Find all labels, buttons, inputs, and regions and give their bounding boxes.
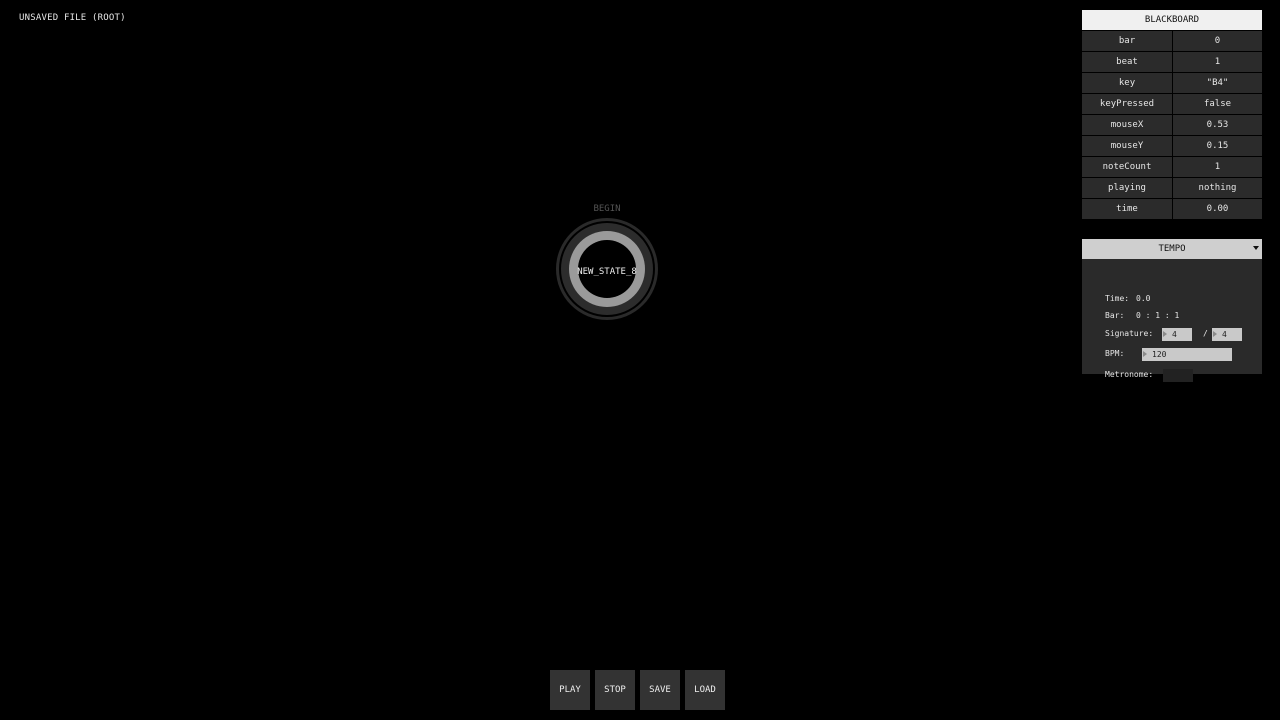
blackboard-title: BLACKBOARD [1082,10,1262,30]
state-machine-canvas: BEGIN NEW_STATE_8 [555,203,661,325]
blackboard-value: 0.00 [1173,199,1262,219]
drag-arrow-icon [1163,331,1167,337]
time-value: 0.0 [1136,294,1151,303]
blackboard-key: time [1082,199,1172,219]
blackboard-value: 0 [1173,31,1262,51]
blackboard-row: key "B4" [1082,73,1262,93]
signature-numerator-field[interactable]: 4 [1162,328,1192,341]
begin-label: BEGIN [593,204,621,214]
blackboard-value: 0.15 [1173,136,1262,156]
blackboard-key: mouseY [1082,136,1172,156]
metronome-label: Metronome: [1105,370,1154,379]
blackboard-key: noteCount [1082,157,1172,177]
blackboard-row: noteCount 1 [1082,157,1262,177]
tempo-panel: TEMPO Time: 0.0 Bar: 0 : 1 : 1 Signature… [1082,239,1262,382]
blackboard-row: mouseY 0.15 [1082,136,1262,156]
blackboard-key: mouseX [1082,115,1172,135]
drag-arrow-icon [1143,351,1147,357]
blackboard-value: 0.53 [1173,115,1262,135]
blackboard-key: beat [1082,52,1172,72]
save-button[interactable]: SAVE [640,670,680,710]
blackboard-key: bar [1082,31,1172,51]
signature-label: Signature: [1105,329,1154,338]
blackboard-key: key [1082,73,1172,93]
signature-denominator-field[interactable]: 4 [1212,328,1242,341]
blackboard-row: bar 0 [1082,31,1262,51]
metronome-toggle[interactable] [1163,369,1193,382]
blackboard-panel: BLACKBOARD bar 0 beat 1 key "B4" keyPres… [1082,10,1262,220]
blackboard-row: playing nothing [1082,178,1262,198]
tempo-body: Time: 0.0 Bar: 0 : 1 : 1 Signature: 4 / … [1082,259,1262,382]
bar-value: 0 : 1 : 1 [1136,311,1180,320]
blackboard-row: time 0.00 [1082,199,1262,219]
load-button[interactable]: LOAD [685,670,725,710]
blackboard-value: "B4" [1173,73,1262,93]
bpm-field[interactable]: 120 [1142,348,1232,361]
play-button[interactable]: PLAY [550,670,590,710]
blackboard-row: beat 1 [1082,52,1262,72]
tempo-title: TEMPO [1158,244,1186,254]
blackboard-key: keyPressed [1082,94,1172,114]
time-label: Time: [1105,294,1130,303]
signature-separator: / [1203,329,1208,338]
blackboard-key: playing [1082,178,1172,198]
blackboard-row: mouseX 0.53 [1082,115,1262,135]
file-title: UNSAVED FILE (ROOT) [19,13,126,23]
transport-bar: PLAY STOP SAVE LOAD [550,670,730,710]
blackboard-value: false [1173,94,1262,114]
collapse-arrow-icon[interactable] [1253,246,1259,250]
blackboard-value: nothing [1173,178,1262,198]
tempo-header[interactable]: TEMPO [1082,239,1262,259]
drag-arrow-icon [1213,331,1217,337]
blackboard-value: 1 [1173,52,1262,72]
blackboard-row: keyPressed false [1082,94,1262,114]
state-name: NEW_STATE_8 [577,267,637,277]
bpm-label: BPM: [1105,349,1125,358]
blackboard-value: 1 [1173,157,1262,177]
stop-button[interactable]: STOP [595,670,635,710]
bar-label: Bar: [1105,311,1125,320]
